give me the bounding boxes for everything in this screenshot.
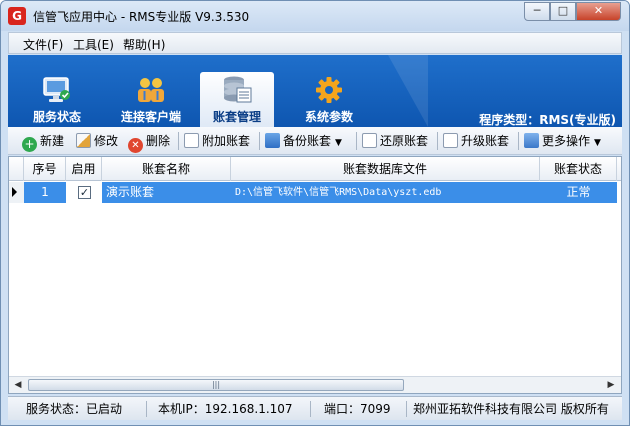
more-label: 更多操作	[542, 134, 591, 148]
database-icon	[224, 76, 252, 103]
new-label: 新建	[40, 134, 65, 148]
backup-account-button[interactable]: 备份账套 ▼	[265, 131, 342, 151]
attach-label: 附加账套	[202, 134, 251, 148]
upgrade-account-button[interactable]: 升级账套	[443, 131, 509, 151]
app-logo-icon: G	[8, 7, 26, 25]
restore-icon	[362, 133, 377, 148]
copyright-text: 郑州亚拓软件科技有限公司 版权所有	[413, 402, 609, 416]
title-bar[interactable]: G 信管飞应用中心 - RMS专业版 V9.3.530 ─ □ ✕	[1, 1, 629, 31]
edit-label: 修改	[94, 134, 119, 148]
toolbar-separator	[518, 132, 519, 150]
toolbar-separator	[259, 132, 260, 150]
tab-label: 服务状态	[32, 110, 81, 124]
tab-system-parameters[interactable]: 系统参数	[288, 72, 370, 127]
upgrade-label: 升级账套	[461, 134, 510, 148]
menu-tools[interactable]: 工具(E)	[73, 36, 114, 53]
tab-label: 连接客户端	[120, 110, 181, 124]
scroll-right-icon[interactable]: ▶	[603, 378, 619, 393]
backup-icon	[265, 133, 280, 148]
tab-connected-clients[interactable]: 连接客户端	[108, 72, 194, 127]
tab-account-management[interactable]: 账套管理	[200, 72, 274, 127]
close-button[interactable]: ✕	[576, 2, 621, 21]
scroll-left-icon[interactable]: ◀	[10, 378, 26, 393]
cell-enabled[interactable]: ✓	[66, 182, 102, 203]
restore-label: 还原账套	[380, 134, 429, 148]
status-separator	[406, 401, 407, 417]
double-chevron-icon	[524, 133, 539, 148]
column-header-name[interactable]: 账套名称	[102, 157, 231, 181]
cell-file[interactable]: D:\信管飞软件\信管飞RMS\Data\yszt.edb	[231, 182, 540, 203]
app-window: G 信管飞应用中心 - RMS专业版 V9.3.530 ─ □ ✕ 文件(F) …	[0, 0, 630, 426]
column-header-seq[interactable]: 序号	[24, 157, 66, 181]
table-row[interactable]: 1 ✓ 演示账套 D:\信管飞软件\信管飞RMS\Data\yszt.edb 正…	[9, 182, 621, 203]
restore-account-button[interactable]: 还原账套	[362, 131, 428, 151]
upgrade-icon	[443, 133, 458, 148]
status-bar: 服务状态：已启动 本机IP：192.168.1.107 端口：7099 郑州亚拓…	[8, 396, 622, 420]
maximize-button[interactable]: □	[550, 2, 576, 21]
menu-help[interactable]: 帮助(H)	[123, 36, 165, 53]
chevron-down-icon[interactable]: ▼	[594, 133, 601, 153]
cell-seq[interactable]: 1	[24, 182, 66, 203]
column-header-file[interactable]: 账套数据库文件	[231, 157, 540, 181]
cell-status[interactable]: 正常	[540, 182, 617, 203]
local-ip-text: 本机IP：192.168.1.107	[158, 402, 293, 416]
minimize-button[interactable]: ─	[524, 2, 550, 21]
status-separator	[310, 401, 311, 417]
gear-icon	[316, 77, 342, 103]
row-indicator-header	[9, 157, 24, 181]
service-status-text: 服务状态：已启动	[26, 402, 123, 416]
window-title: 信管飞应用中心 - RMS专业版 V9.3.530	[33, 10, 250, 24]
scroll-thumb[interactable]: |||	[28, 379, 404, 391]
users-icon	[138, 78, 164, 102]
account-grid: 序号 启用 账套名称 账套数据库文件 账套状态 1 ✓ 演示账套 D:\信管飞软…	[8, 156, 622, 394]
column-header-enabled[interactable]: 启用	[66, 157, 102, 181]
row-indicator	[9, 182, 24, 203]
program-type-label: 程序类型：RMS(专业版)	[479, 113, 616, 127]
monitor-icon	[43, 77, 70, 102]
grid-header: 序号 启用 账套名称 账套数据库文件 账套状态	[9, 157, 621, 181]
pencil-icon	[76, 133, 91, 148]
add-icon: +	[22, 137, 37, 152]
tab-service-status[interactable]: 服务状态	[16, 72, 98, 127]
chevron-down-icon[interactable]: ▼	[335, 133, 342, 153]
new-button[interactable]: + 新建	[22, 131, 65, 152]
toolbar: + 新建 修改 ✕ 删除 附加账套 备份账套 ▼ 还原账套 升级账套 更多操作 ▼	[8, 127, 622, 155]
document-icon	[184, 133, 199, 148]
tab-label: 系统参数	[304, 110, 353, 124]
toolbar-separator	[437, 132, 438, 150]
toolbar-separator	[178, 132, 179, 150]
horizontal-scrollbar[interactable]: ◀ ||| ▶	[9, 376, 621, 393]
status-separator	[146, 401, 147, 417]
delete-label: 删除	[146, 134, 171, 148]
enabled-checkbox[interactable]: ✓	[78, 186, 91, 199]
menu-bar: 文件(F) 工具(E) 帮助(H)	[8, 32, 622, 54]
menu-file[interactable]: 文件(F)	[23, 36, 63, 53]
backup-label: 备份账套	[283, 134, 332, 148]
delete-button[interactable]: ✕ 删除	[128, 131, 171, 153]
attach-account-button[interactable]: 附加账套	[184, 131, 250, 151]
nav-band: 服务状态 连接客户端 账套管理 系统参数 程序类型：RMS(专业版)	[8, 55, 622, 127]
port-text: 端口：7099	[324, 402, 391, 416]
delete-icon: ✕	[128, 138, 143, 153]
tab-label: 账套管理	[212, 110, 261, 124]
row-pointer-icon	[12, 187, 17, 197]
more-actions-button[interactable]: 更多操作 ▼	[524, 131, 601, 151]
toolbar-separator	[356, 132, 357, 150]
column-header-status[interactable]: 账套状态	[540, 157, 617, 181]
cell-name[interactable]: 演示账套	[102, 182, 231, 203]
edit-button[interactable]: 修改	[76, 131, 118, 151]
